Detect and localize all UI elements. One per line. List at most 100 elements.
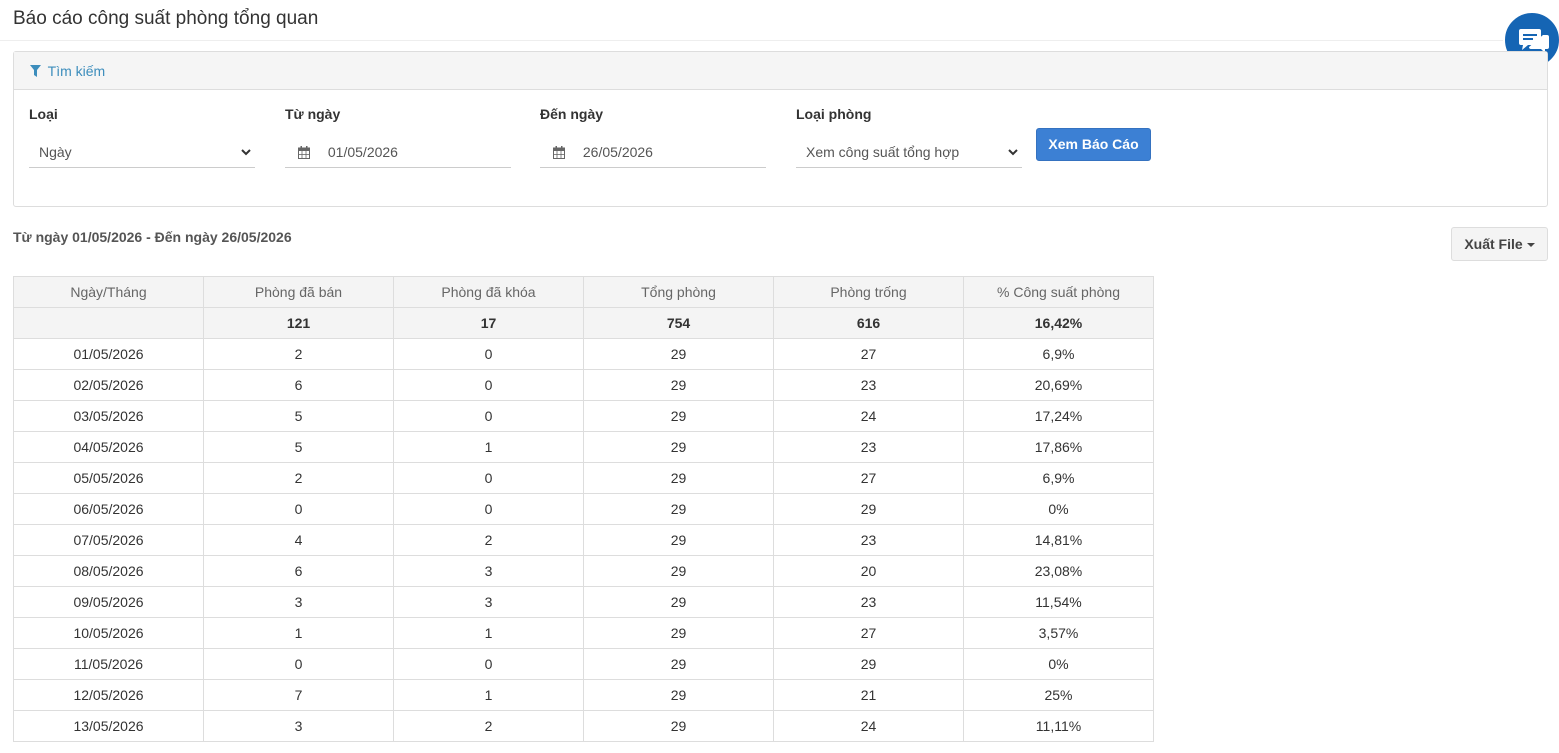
room-type-field: Loại phòng Xem công suất tổng hợp [796, 106, 1022, 168]
table-cell: 29 [583, 431, 774, 463]
table-cell: 29 [583, 710, 774, 742]
table-cell: 23 [773, 586, 964, 618]
room-type-select[interactable]: Xem công suất tổng hợp [796, 136, 1022, 168]
total-cell: 754 [583, 307, 774, 339]
capacity-report-table: Ngày/Tháng Phòng đã bán Phòng đã khóa Tổ… [13, 276, 1154, 742]
table-cell: 6 [203, 555, 394, 587]
caret-down-icon [1526, 243, 1535, 247]
table-cell: 4 [203, 524, 394, 556]
room-type-value: Xem công suất tổng hợp [806, 144, 960, 160]
column-header: Phòng đã khóa [393, 276, 584, 308]
table-cell: 0% [963, 648, 1154, 680]
type-select[interactable]: Ngày [29, 136, 255, 168]
table-cell: 0% [963, 493, 1154, 525]
table-row: 01/05/2026 2 0 29 27 6,9% [13, 338, 1154, 370]
chevron-down-icon [241, 136, 251, 168]
table-cell: 1 [393, 679, 584, 711]
table-cell: 2 [393, 710, 584, 742]
search-panel-toggle[interactable]: Tìm kiếm [14, 52, 1547, 90]
column-header: Phòng đã bán [203, 276, 394, 308]
column-header: Tổng phòng [583, 276, 774, 308]
export-file-label: Xuất File [1464, 236, 1523, 252]
table-cell: 01/05/2026 [13, 338, 204, 370]
table-cell: 27 [773, 338, 964, 370]
table-cell: 24 [773, 400, 964, 432]
table-cell: 7 [203, 679, 394, 711]
table-row: 06/05/2026 0 0 29 29 0% [13, 493, 1154, 525]
table-cell: 29 [583, 493, 774, 525]
type-value: Ngày [39, 144, 72, 160]
report-range-text: Từ ngày 01/05/2026 - Đến ngày 26/05/2026 [13, 229, 292, 245]
column-header: % Công suất phòng [963, 276, 1154, 308]
table-cell: 29 [583, 338, 774, 370]
from-date-label: Từ ngày [285, 106, 341, 122]
table-cell: 0 [393, 338, 584, 370]
table-cell: 10/05/2026 [13, 617, 204, 649]
view-report-button[interactable]: Xem Báo Cáo [1036, 128, 1151, 161]
table-cell: 25% [963, 679, 1154, 711]
to-date-value: 26/05/2026 [582, 144, 653, 160]
table-cell: 29 [773, 648, 964, 680]
table-cell: 3,57% [963, 617, 1154, 649]
table-cell: 0 [393, 369, 584, 401]
table-cell: 11,54% [963, 586, 1154, 618]
table-cell: 05/05/2026 [13, 462, 204, 494]
from-date-input[interactable]: 01/05/2026 [285, 136, 511, 168]
table-cell: 29 [583, 555, 774, 587]
table-cell: 5 [203, 400, 394, 432]
totals-row: 121 17 754 616 16,42% [13, 307, 1154, 339]
table-cell: 2 [393, 524, 584, 556]
table-row: 03/05/2026 5 0 29 24 17,24% [13, 400, 1154, 432]
table-cell: 07/05/2026 [13, 524, 204, 556]
table-row: 11/05/2026 0 0 29 29 0% [13, 648, 1154, 680]
table-cell: 06/05/2026 [13, 493, 204, 525]
table-row: 04/05/2026 5 1 29 23 17,86% [13, 431, 1154, 463]
total-cell: 16,42% [963, 307, 1154, 339]
table-cell: 23 [773, 524, 964, 556]
calendar-icon [553, 138, 565, 170]
table-cell: 03/05/2026 [13, 400, 204, 432]
to-date-label: Đến ngày [540, 106, 604, 122]
table-cell: 09/05/2026 [13, 586, 204, 618]
table-cell: 17,86% [963, 431, 1154, 463]
table-cell: 29 [583, 369, 774, 401]
table-cell: 29 [583, 679, 774, 711]
table-cell: 1 [393, 431, 584, 463]
table-cell: 20 [773, 555, 964, 587]
table-cell: 12/05/2026 [13, 679, 204, 711]
total-cell: 121 [203, 307, 394, 339]
table-cell: 1 [203, 617, 394, 649]
table-cell: 0 [203, 648, 394, 680]
table-row: 02/05/2026 6 0 29 23 20,69% [13, 369, 1154, 401]
table-row: 09/05/2026 3 3 29 23 11,54% [13, 586, 1154, 618]
calendar-icon [298, 138, 310, 170]
chevron-down-icon [1008, 136, 1018, 168]
total-cell [13, 307, 204, 339]
table-cell: 27 [773, 462, 964, 494]
room-type-label: Loại phòng [796, 106, 872, 122]
table-cell: 2 [203, 338, 394, 370]
to-date-input[interactable]: 26/05/2026 [540, 136, 766, 168]
table-cell: 3 [203, 710, 394, 742]
column-header: Phòng trống [773, 276, 964, 308]
table-cell: 02/05/2026 [13, 369, 204, 401]
table-cell: 23 [773, 431, 964, 463]
export-file-button[interactable]: Xuất File [1451, 227, 1548, 261]
table-cell: 3 [393, 586, 584, 618]
table-cell: 29 [583, 648, 774, 680]
table-cell: 29 [773, 493, 964, 525]
table-cell: 21 [773, 679, 964, 711]
table-cell: 11,11% [963, 710, 1154, 742]
table-cell: 2 [203, 462, 394, 494]
table-cell: 0 [393, 400, 584, 432]
table-row: 08/05/2026 6 3 29 20 23,08% [13, 555, 1154, 587]
table-cell: 20,69% [963, 369, 1154, 401]
table-row: 10/05/2026 1 1 29 27 3,57% [13, 617, 1154, 649]
total-cell: 17 [393, 307, 584, 339]
table-row: 12/05/2026 7 1 29 21 25% [13, 679, 1154, 711]
type-field: Loại Ngày [29, 106, 255, 168]
table-cell: 23 [773, 369, 964, 401]
table-cell: 3 [393, 555, 584, 587]
table-cell: 04/05/2026 [13, 431, 204, 463]
column-header: Ngày/Tháng [13, 276, 204, 308]
